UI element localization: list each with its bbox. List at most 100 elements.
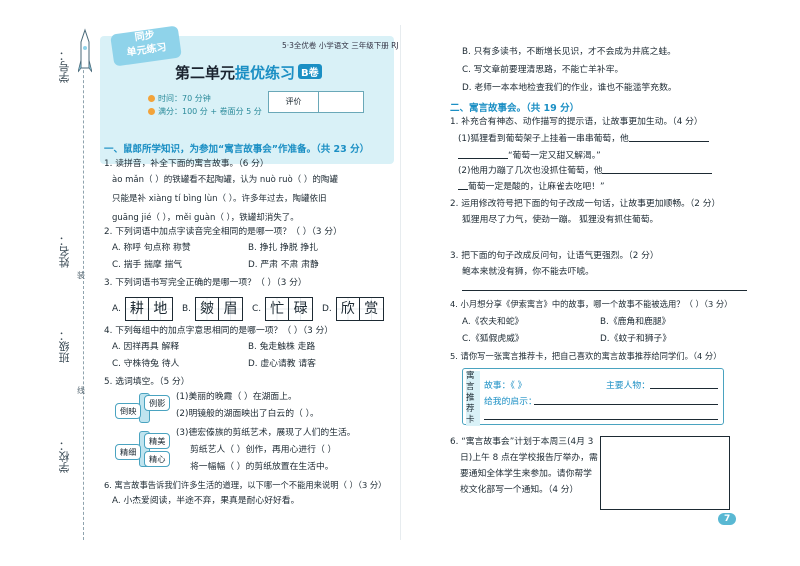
question-6-option-a[interactable]: A. 小杰爱阅读，半途不弃，果真是耐心好好看。	[112, 495, 299, 507]
question-5-sentence-3b: 剪纸艺人（ ）创作，再用心进行（ ）	[190, 445, 337, 455]
char-cell: 碌	[289, 298, 313, 320]
answer-line[interactable]	[458, 189, 468, 190]
section2-question-4-option-b[interactable]: B.《鹿角和鹿腿》	[600, 316, 670, 328]
question-5-sentence-3: (3)德宏傣族的剪纸艺术，展现了人们的生活。	[176, 428, 356, 438]
answer-line[interactable]	[458, 158, 508, 159]
section2-question-2: 2. 运用修改符号把下面的句子改成一句话，让故事更加顺畅。（2 分）	[450, 199, 721, 209]
question-6-option-c[interactable]: C. 写文章前要理清思路，不能亡羊补牢。	[462, 64, 623, 76]
time-info: 时间：70 分钟	[148, 93, 211, 104]
question-5-sentence-2: (2)明镜般的湖面映出了白云的（ ）。	[176, 409, 319, 419]
unit-title-part-b: 提优练习	[235, 64, 296, 82]
section-1-heading: 一、鼠郎所学知识，为参加“寓言故事会”作准备。（共 23 分）	[104, 144, 370, 155]
evaluation-box[interactable]: 评价	[268, 91, 364, 113]
student-name-label: 姓名：	[58, 235, 71, 268]
question-5-sentence-3c: 将一幅幅（ ）的剪纸放置在生活中。	[190, 462, 334, 472]
section2-question-1-sentence-1b: “葡萄一定又甜又解渴。”	[458, 150, 601, 162]
question-4-option-d[interactable]: D. 虚心请教 请客	[248, 358, 316, 370]
score-text: 满分：100 分 + 卷面分 5 分	[158, 107, 262, 116]
word-choice-option: 精美	[144, 433, 171, 449]
word-choice-option: 倒映	[115, 403, 142, 419]
question-2-option-a[interactable]: A. 称呼 句点称 称赞	[112, 242, 191, 254]
sentence-text: 葡萄一定是酸的，让麻雀去吃吧！”	[468, 182, 605, 192]
question-5: 5. 选词填空。（5 分）	[104, 377, 190, 387]
question-2-option-b[interactable]: B. 挣扎 挣脱 挣扎	[248, 242, 318, 254]
seal-word: 线	[77, 386, 85, 395]
question-3-option-d[interactable]: D. 欣赏	[322, 297, 384, 321]
school-label: 学校：	[58, 440, 71, 473]
worksheet-page: 学号： 姓名： 班级： 学校： 装 线 同步 单元练习 5·3全优卷 小学语文 …	[0, 0, 800, 566]
question-6: 6. 寓言故事告诉我们许多生活的道理，以下哪一个不能用来说明（ ）（3 分）	[104, 480, 387, 490]
rec-story-field[interactable]: 故事：《 》	[484, 378, 526, 391]
answer-line[interactable]	[628, 141, 709, 142]
question-3-option-a[interactable]: A. 耕地	[112, 297, 173, 321]
rec-character-label: 主要人物：	[606, 381, 650, 391]
student-id-label: 学号：	[58, 50, 71, 83]
time-text: 时间：70 分钟	[158, 94, 211, 103]
section2-question-4-option-d[interactable]: D.《蚊子和狮子》	[600, 333, 671, 345]
tianzige-box: 耕地	[124, 297, 173, 321]
question-5-sentence-1: (1)美丽的晚霞（ ）在湖面上。	[176, 392, 297, 402]
answer-line[interactable]	[602, 173, 713, 174]
question-4-option-b[interactable]: B. 兔走触株 走路	[248, 341, 315, 353]
section2-question-6-line-4: 校文化部写一个通知。（4 分）	[460, 485, 579, 495]
section2-question-6-line-3: 要通知全体学生来参加。请你帮学	[460, 469, 592, 479]
char-cell: 赏	[359, 298, 383, 320]
sentence-text: “葡萄一定又甜又解渴。”	[508, 151, 601, 161]
answer-line[interactable]	[462, 290, 747, 291]
version-badge: B卷	[298, 64, 322, 79]
question-6-option-b[interactable]: B. 只有多读书，不断增长见识，才不会成为井底之蛙。	[462, 46, 676, 58]
question-2-option-c[interactable]: C. 揣手 揣摩 揣气	[112, 259, 182, 271]
word-choice-option: 精细	[115, 444, 142, 460]
rec-character-field[interactable]	[650, 388, 718, 389]
evaluation-label: 评价	[269, 92, 319, 112]
rocket-icon	[78, 28, 92, 73]
question-3-option-b[interactable]: B. 皴眉	[182, 297, 244, 321]
question-4-option-a[interactable]: A. 因祥再具 解释	[112, 341, 179, 353]
section2-question-1-sentence-2b: 葡萄一定是酸的，让麻雀去吃吧！”	[458, 181, 605, 193]
section2-question-1: 1. 补充合有神态、动作描写的提示语，让故事更加生动。（4 分）	[450, 117, 703, 127]
option-letter: B.	[182, 304, 192, 314]
char-cell: 眉	[219, 298, 243, 320]
tianzige-box: 欣赏	[335, 297, 384, 321]
section2-question-4-option-a[interactable]: A.《农夫和蛇》	[462, 316, 523, 328]
question-4-option-c[interactable]: C. 守株待兔 待人	[112, 358, 179, 370]
section2-question-6-line-1: 6. “寓言故事会”计划于本周三(4月 3	[450, 437, 594, 447]
seal-word: 装	[77, 271, 85, 280]
star-icon	[148, 108, 155, 115]
tianzige-box: 忙碌	[265, 297, 314, 321]
binding-dashed-line	[83, 40, 84, 540]
rec-lesson-label: 给我的启示：	[484, 397, 537, 407]
binding-strip: 学号： 姓名： 班级： 学校： 装 线	[55, 40, 105, 540]
sentence-text: (1)狐狸看到葡萄架子上挂着一串串葡萄，他	[458, 134, 629, 144]
unit-title-part-a: 第二单元	[175, 64, 236, 82]
question-4: 4. 下列每组中的加点字意思相同的是哪一项？（ ）（3 分）	[104, 326, 334, 336]
question-2-option-d[interactable]: D. 严肃 不肃 肃静	[248, 259, 319, 271]
page-title: 第二单元提优练习 B卷	[175, 62, 322, 83]
option-letter: C.	[252, 304, 262, 314]
section2-question-5: 5. 请你写一张寓言推荐卡，把自己喜欢的寓言故事推荐给同学们。（4 分）	[450, 351, 722, 361]
word-choice-option: 例影	[144, 395, 171, 411]
question-3-option-c[interactable]: C. 忙碌	[252, 297, 314, 321]
score-info: 满分：100 分 + 卷面分 5 分	[148, 106, 262, 117]
char-cell: 忙	[266, 298, 290, 320]
question-1-line-1: ào mǎn（ ）的铁罐看不起陶罐，认为 nuò ruò（ ）的陶罐	[112, 175, 338, 185]
char-cell: 皴	[196, 298, 220, 320]
option-letter: A.	[112, 304, 121, 314]
question-3: 3. 下列词语书写完全正确的是哪一项？（ ）（3 分）	[104, 278, 307, 288]
question-1: 1. 读拼音，补全下面的寓言故事。（6 分）	[104, 159, 269, 169]
notice-writing-box[interactable]	[600, 436, 730, 510]
section2-question-3-sentence: 鲍本来就没有狮，你不能去吓唬。	[462, 267, 594, 277]
char-cell: 耕	[125, 298, 149, 320]
rec-lesson-field[interactable]	[534, 404, 718, 405]
char-cell: 地	[148, 298, 172, 320]
question-1-line-2: 只能是补 xiàng tí bìng lùn（ ）。许多年过去，陶罐依旧	[112, 194, 327, 204]
rec-lesson-field-2[interactable]	[484, 419, 718, 420]
class-label: 班级：	[58, 330, 71, 363]
question-6-option-d[interactable]: D. 老师一本本地检查我们的作业，谁也不能滥竽充数。	[462, 82, 677, 94]
section2-question-1-sentence-1: (1)狐狸看到葡萄架子上挂着一串串葡萄，他	[458, 133, 709, 145]
section2-question-2-sentence: 狐狸用尽了力气，使劲一蹦。 狐狸没有抓住葡萄。	[462, 215, 659, 225]
page-fold-line	[400, 25, 401, 540]
option-letter: D.	[322, 304, 332, 314]
section2-question-6-line-2: 日)上午 8 点在学校报告厅举办，需	[460, 453, 598, 463]
section2-question-4-option-c[interactable]: C.《狐假虎威》	[462, 333, 524, 345]
